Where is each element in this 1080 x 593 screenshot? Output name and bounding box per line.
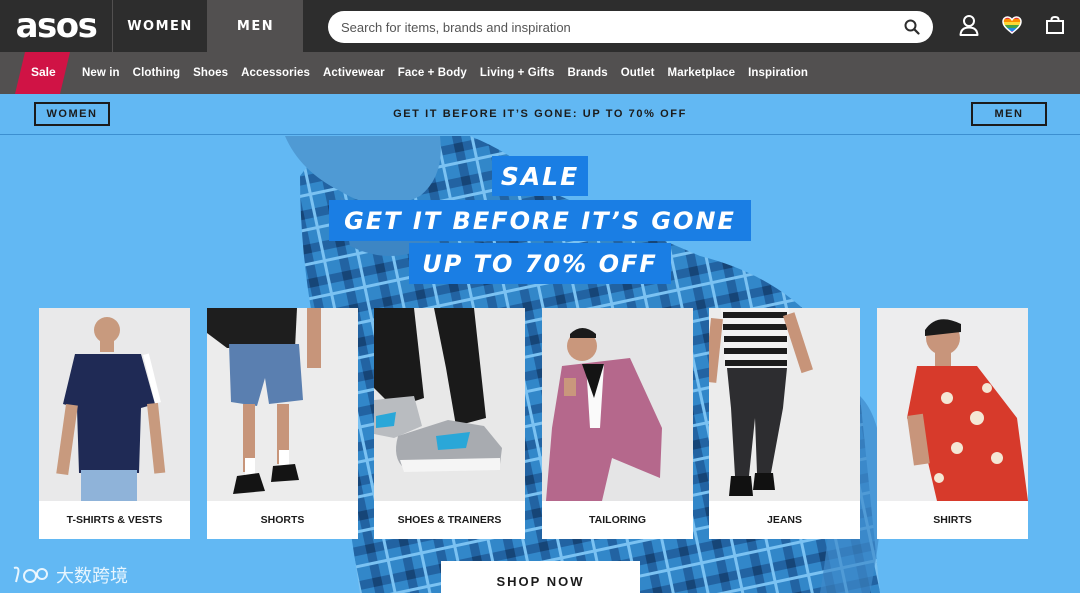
- nav-item-brands[interactable]: Brands: [567, 67, 607, 79]
- nav-item-shoes[interactable]: Shoes: [193, 67, 228, 79]
- saved-items-heart-icon[interactable]: [1001, 14, 1023, 36]
- category-image: [374, 308, 525, 501]
- nav-item-outlet[interactable]: Outlet: [621, 67, 655, 79]
- shop-now-button[interactable]: SHOP NOW: [441, 561, 640, 593]
- category-image: [39, 308, 190, 501]
- nav-item-living-gifts[interactable]: Living + Gifts: [480, 67, 555, 79]
- nav-item-sale[interactable]: Sale: [0, 52, 70, 94]
- nav-item-marketplace[interactable]: Marketplace: [668, 67, 736, 79]
- category-label: JEANS: [766, 514, 802, 526]
- tab-men[interactable]: MEN: [207, 0, 303, 52]
- nav-item-inspiration[interactable]: Inspiration: [748, 67, 808, 79]
- category-image: [207, 308, 358, 501]
- top-header: asos WOMEN MEN: [0, 0, 1080, 52]
- promo-women-button[interactable]: WOMEN: [34, 102, 110, 126]
- account-icon[interactable]: [958, 14, 980, 36]
- watermark-text: 大数跨境: [56, 566, 128, 586]
- hero-headline-discount: UP TO 70% OFF: [409, 243, 671, 284]
- hero-banner[interactable]: SALE GET IT BEFORE IT’S GONE UP TO 70% O…: [0, 136, 1080, 593]
- category-card-jeans[interactable]: JEANS: [709, 308, 860, 539]
- nav-item-accessories[interactable]: Accessories: [241, 67, 310, 79]
- nav-item-face-body[interactable]: Face + Body: [398, 67, 467, 79]
- search-icon[interactable]: [903, 18, 921, 36]
- watermark-logo-icon: [13, 566, 48, 583]
- category-label: TAILORING: [589, 514, 646, 526]
- category-label: SHOES & TRAINERS: [397, 514, 502, 526]
- category-card-shoes-trainers[interactable]: SHOES & TRAINERS: [374, 308, 525, 539]
- watermark: 大数跨境: [10, 562, 128, 588]
- search-input[interactable]: [341, 19, 903, 35]
- promo-strip: WOMEN GET IT BEFORE IT’S GONE: UP TO 70%…: [0, 94, 1080, 135]
- category-card-tshirts-vests[interactable]: T-SHIRTS & VESTS: [39, 308, 190, 539]
- nav-item-new-in[interactable]: New in: [82, 67, 120, 79]
- hero-headline-sale: SALE: [492, 156, 588, 196]
- promo-text[interactable]: GET IT BEFORE IT’S GONE: UP TO 70% OFF: [393, 108, 687, 120]
- asos-logo[interactable]: asos: [0, 0, 112, 52]
- search-bar: [328, 11, 933, 43]
- tab-women[interactable]: WOMEN: [112, 0, 207, 52]
- hero-headline-get-it: GET IT BEFORE IT’S GONE: [329, 200, 751, 241]
- promo-men-button[interactable]: MEN: [971, 102, 1047, 126]
- category-card-shorts[interactable]: SHORTS: [207, 308, 358, 539]
- category-label: T-SHIRTS & VESTS: [66, 514, 163, 526]
- category-image: [877, 308, 1028, 501]
- category-nav: Sale New in Clothing Shoes Accessories A…: [0, 52, 1080, 94]
- category-image: [542, 308, 693, 501]
- category-card-tailoring[interactable]: TAILORING: [542, 308, 693, 539]
- category-label: SHIRTS: [933, 514, 972, 526]
- nav-item-label: Sale: [31, 65, 56, 79]
- header-actions: [958, 14, 1066, 36]
- category-cards: T-SHIRTS & VESTS SHORTS SHOES & TRAINERS…: [39, 308, 1039, 539]
- nav-item-clothing[interactable]: Clothing: [133, 67, 180, 79]
- category-label: SHORTS: [260, 514, 305, 526]
- nav-item-activewear[interactable]: Activewear: [323, 67, 385, 79]
- bag-icon[interactable]: [1044, 14, 1066, 36]
- nav-items: New in Clothing Shoes Accessories Active…: [82, 52, 821, 94]
- category-image: [709, 308, 860, 501]
- category-card-shirts[interactable]: SHIRTS: [877, 308, 1028, 539]
